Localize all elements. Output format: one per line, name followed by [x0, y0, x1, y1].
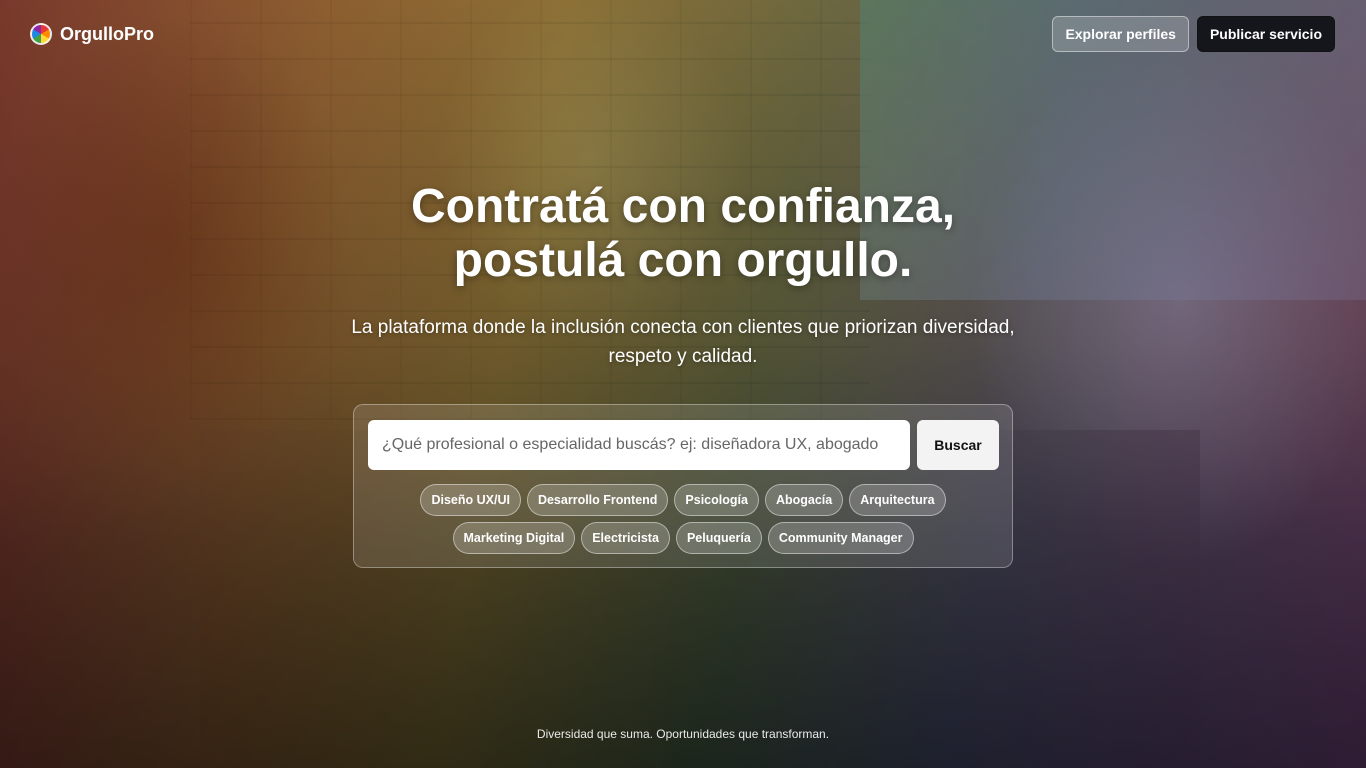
- brand-logo-link[interactable]: OrgulloPro: [30, 23, 154, 45]
- hero-subtitle: La plataforma donde la inclusión conecta…: [351, 317, 1015, 367]
- chip-diseno-ux-ui[interactable]: Diseño UX/UI: [420, 484, 521, 516]
- chip-peluqueria[interactable]: Peluquería: [675, 522, 762, 554]
- hero-title-line-1: Contratá con confianza,: [410, 180, 956, 233]
- dark-shade-overlay: [0, 0, 1366, 768]
- footer-tagline: Diversidad que suma. Oportunidades que t…: [536, 727, 830, 741]
- chip-community-manager[interactable]: Community Manager: [767, 522, 914, 554]
- search-button[interactable]: Buscar: [917, 420, 999, 470]
- explore-profiles-button[interactable]: Explorar perfiles: [1052, 16, 1189, 52]
- hero-title-line-2: postulá con orgullo.: [453, 234, 913, 287]
- chip-electricista[interactable]: Electricista: [581, 522, 670, 554]
- brand-name: OrgulloPro: [60, 23, 154, 44]
- hero-title: Contratá con confianza, postulá con orgu…: [0, 180, 1366, 288]
- publish-service-button[interactable]: Publicar servicio: [1196, 16, 1335, 52]
- chip-abogacia[interactable]: Abogacía: [764, 484, 844, 516]
- chip-psicologia[interactable]: Psicología: [674, 484, 759, 516]
- chip-marketing-digital[interactable]: Marketing Digital: [452, 522, 576, 554]
- search-input[interactable]: [368, 420, 910, 470]
- chip-desarrollo-frontend[interactable]: Desarrollo Frontend: [526, 484, 669, 516]
- chip-arquitectura[interactable]: Arquitectura: [849, 484, 946, 516]
- header-nav: Explorar perfiles Publicar servicio: [1052, 16, 1335, 52]
- specialty-chips: Diseño UX/UI Desarrollo Frontend Psicolo…: [368, 484, 998, 554]
- pride-circle-icon: [30, 23, 52, 45]
- search-card: Buscar Diseño UX/UI Desarrollo Frontend …: [353, 404, 1013, 568]
